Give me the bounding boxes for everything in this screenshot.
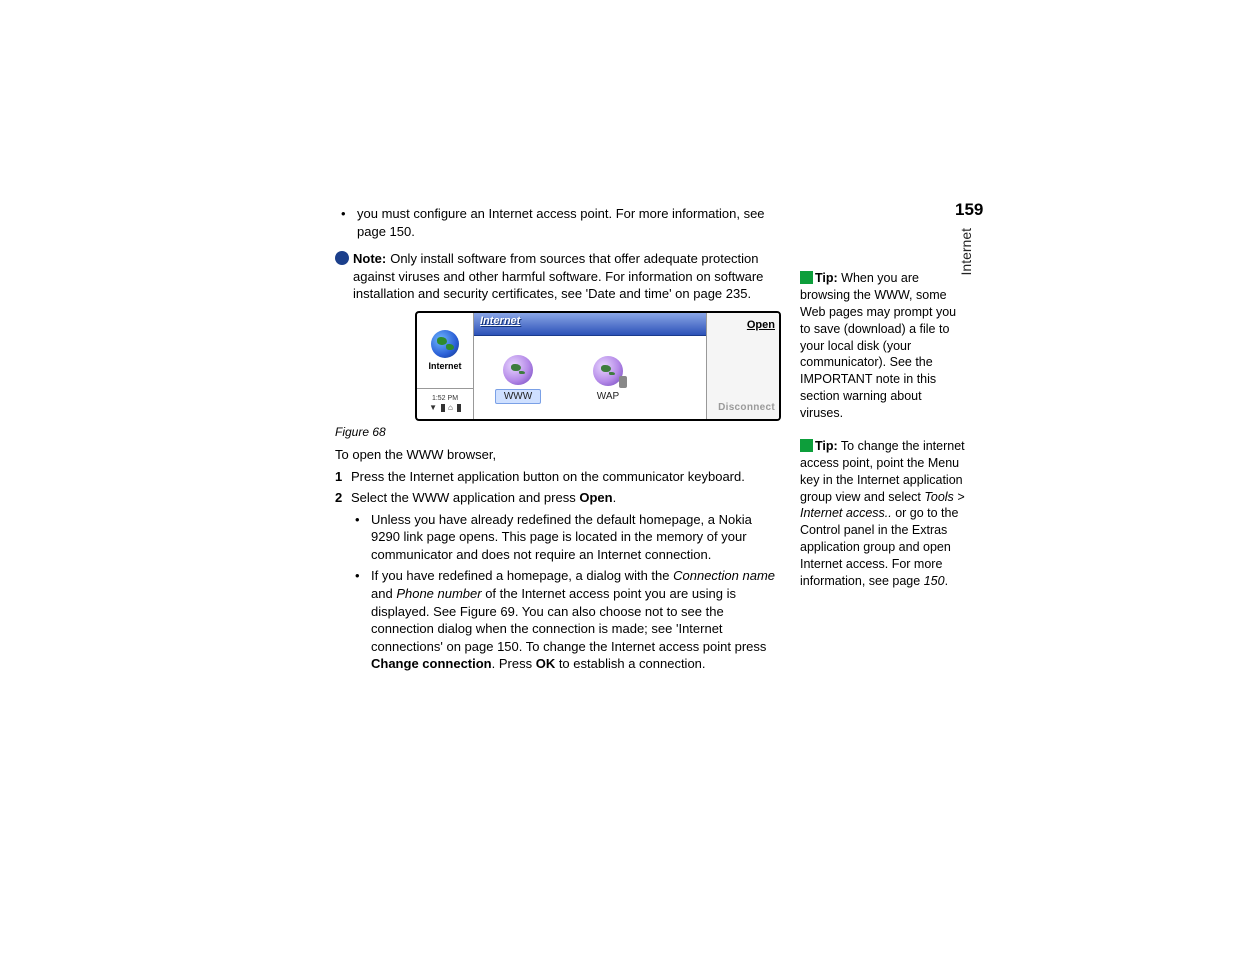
sub-bullet: • If you have redefined a homepage, a di…	[355, 567, 775, 672]
bullet-icon: •	[355, 511, 371, 564]
step-number: 1	[335, 468, 351, 486]
bullet-icon: •	[355, 567, 371, 672]
note-label: Note:	[353, 251, 386, 266]
step-text: Press the Internet application button on…	[351, 468, 745, 486]
sub-bullet-text: If you have redefined a homepage, a dial…	[371, 567, 775, 672]
device-status-area: 1:52 PM ▼ ⌂	[417, 388, 473, 419]
note-text: Only install software from sources that …	[353, 251, 763, 301]
note-block: Note:Only install software from sources …	[335, 250, 775, 303]
sub-bullet-text: Unless you have already redefined the de…	[371, 511, 775, 564]
figure-caption: Figure 68	[335, 425, 775, 439]
bullet-text: you must configure an Internet access po…	[357, 205, 775, 240]
globe-icon	[593, 356, 623, 386]
device-app-label: Internet	[428, 361, 461, 371]
app-www-label: WWW	[495, 389, 541, 404]
bullet-icon: •	[341, 205, 357, 240]
intro-text: To open the WWW browser,	[335, 447, 775, 462]
globe-icon	[503, 355, 533, 385]
open-button[interactable]: Open	[711, 319, 775, 331]
step-1: 1 Press the Internet application button …	[335, 468, 775, 486]
app-wap[interactable]: WAP	[578, 356, 638, 403]
disconnect-button: Disconnect	[711, 402, 775, 413]
tip-text: To change the internet access point, poi…	[800, 439, 965, 588]
tip-icon	[800, 271, 813, 284]
step-2: 2 Select the WWW application and press O…	[335, 489, 775, 507]
tip-label: Tip:	[815, 271, 838, 285]
tip-1: Tip: When you are browsing the WWW, some…	[800, 270, 968, 422]
sub-bullet: • Unless you have already redefined the …	[355, 511, 775, 564]
tip-2: Tip: To change the internet access point…	[800, 438, 968, 590]
step-number: 2	[335, 489, 351, 507]
device-softkeys: Open Disconnect	[706, 313, 779, 419]
device-left-panel: Internet 1:52 PM ▼ ⌂	[417, 313, 474, 419]
device-frame: Internet 1:52 PM ▼ ⌂ Internet	[415, 311, 781, 421]
device-titlebar: Internet	[474, 313, 706, 336]
device-clock: 1:52 PM	[432, 395, 458, 402]
app-wap-label: WAP	[589, 390, 627, 403]
tip-icon	[800, 439, 813, 452]
globe-icon	[431, 330, 459, 358]
tip-text: When you are browsing the WWW, some Web …	[800, 271, 956, 420]
app-www[interactable]: WWW	[488, 355, 548, 404]
tip-label: Tip:	[815, 439, 838, 453]
bullet-item: • you must configure an Internet access …	[341, 205, 775, 240]
step-text: Select the WWW application and press Ope…	[351, 489, 616, 507]
figure-screenshot: Internet 1:52 PM ▼ ⌂ Internet	[415, 311, 775, 421]
note-icon	[335, 251, 349, 265]
